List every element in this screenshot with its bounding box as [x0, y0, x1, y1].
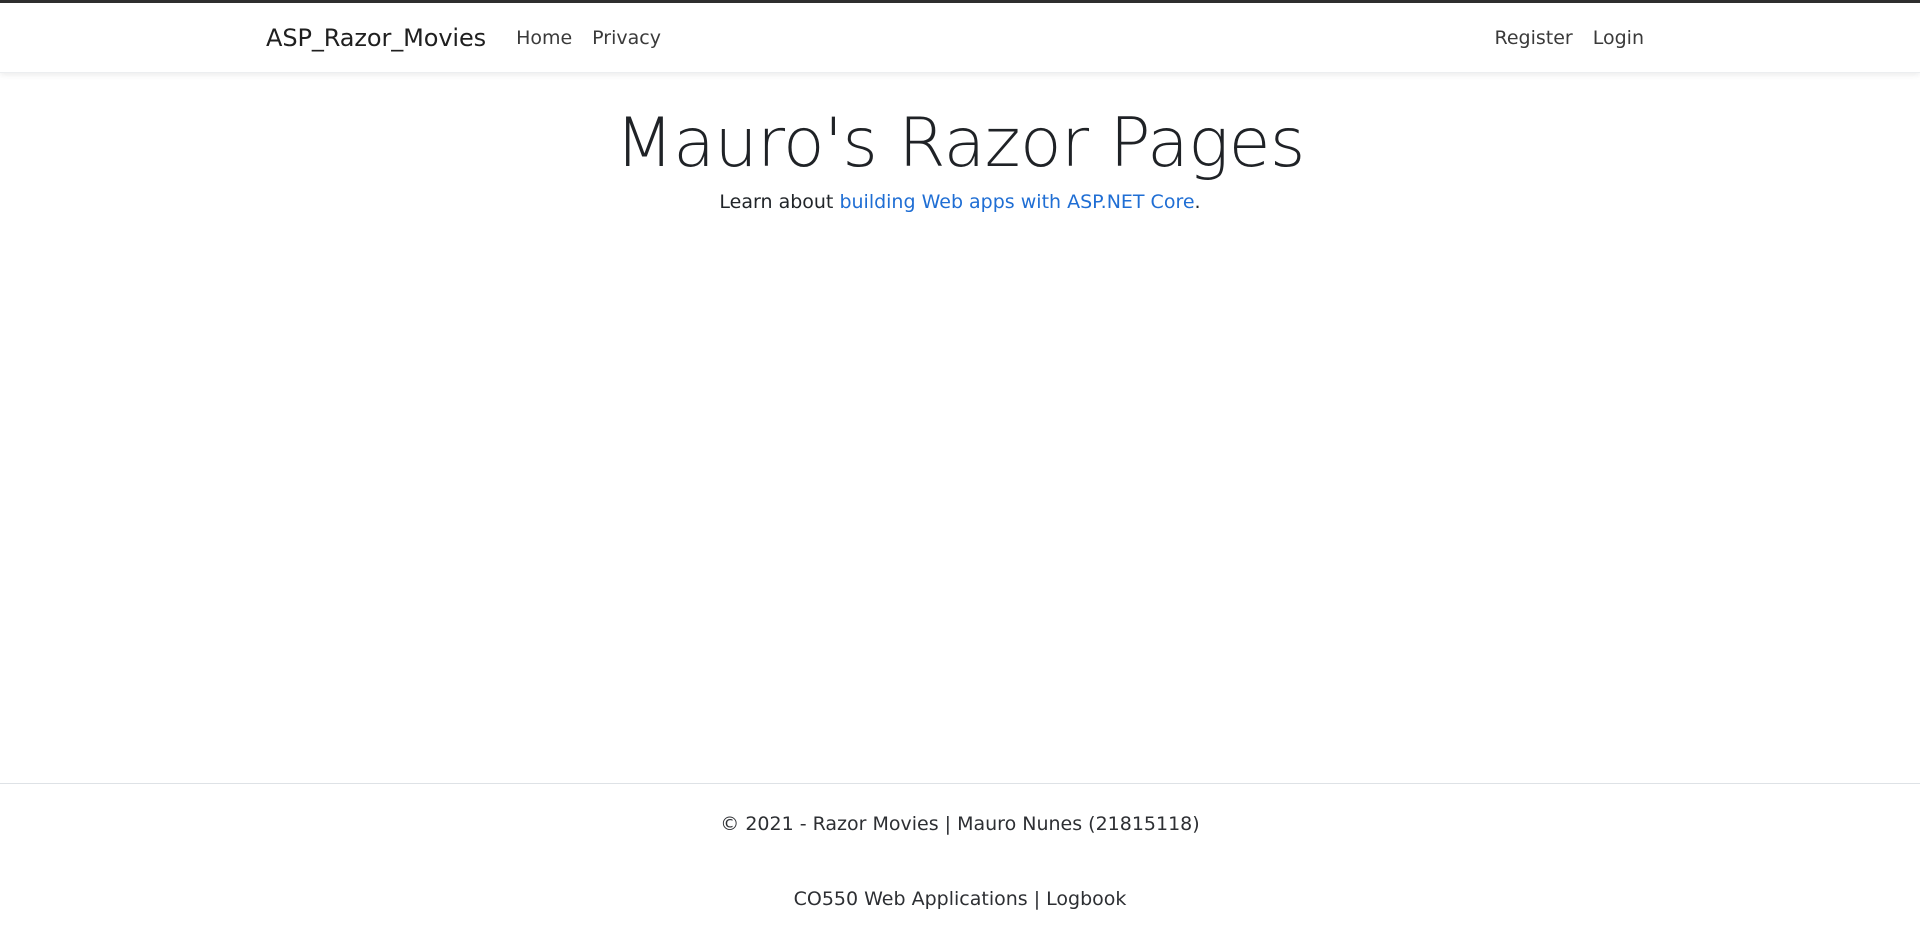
footer: © 2021 - Razor Movies | Mauro Nunes (218… [0, 783, 1920, 910]
hero-subtitle: Learn about building Web apps with ASP.N… [0, 191, 1920, 213]
hero-subtitle-prefix: Learn about [719, 190, 840, 213]
brand-link[interactable]: ASP_Razor_Movies [266, 24, 486, 52]
hero-subtitle-suffix: . [1194, 190, 1201, 213]
primary-nav: Home Privacy [516, 27, 661, 49]
nav-home-link[interactable]: Home [516, 27, 572, 49]
main-content: Mauro's Razor Pages Learn about building… [0, 73, 1920, 213]
navbar: ASP_Razor_Movies Home Privacy Register L… [0, 3, 1920, 73]
aspnet-docs-link[interactable]: building Web apps with ASP.NET Core [839, 191, 1194, 213]
nav-privacy-link[interactable]: Privacy [592, 27, 661, 49]
nav-register-link[interactable]: Register [1495, 27, 1573, 49]
navbar-inner: ASP_Razor_Movies Home Privacy Register L… [266, 3, 1644, 72]
nav-login-link[interactable]: Login [1593, 27, 1644, 49]
footer-copyright: © 2021 - Razor Movies | Mauro Nunes (218… [720, 813, 1200, 835]
page-title: Mauro's Razor Pages [615, 104, 1305, 183]
footer-course-info: CO550 Web Applications | Logbook [793, 888, 1127, 910]
account-nav: Register Login [1495, 27, 1645, 49]
